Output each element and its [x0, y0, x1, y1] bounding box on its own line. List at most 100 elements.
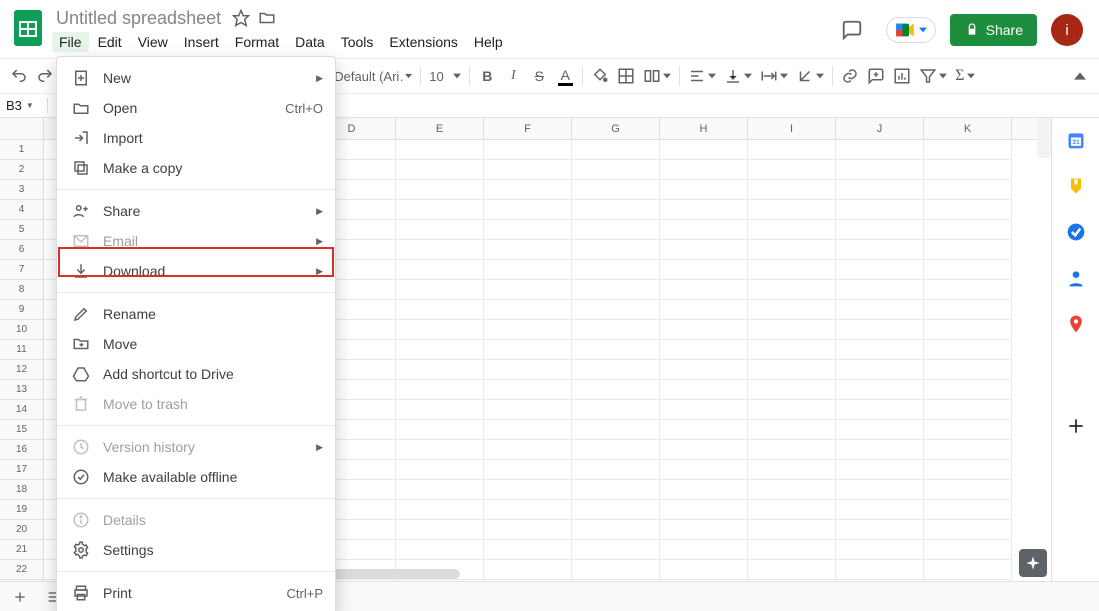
- cell[interactable]: [924, 580, 1012, 581]
- doc-title[interactable]: Untitled spreadsheet: [52, 6, 225, 31]
- cell[interactable]: [396, 280, 484, 300]
- cell[interactable]: [836, 300, 924, 320]
- cell[interactable]: [924, 200, 1012, 220]
- cell[interactable]: [748, 140, 836, 160]
- cell[interactable]: [484, 500, 572, 520]
- menu-item-rename[interactable]: Rename: [57, 299, 335, 329]
- cell[interactable]: [836, 480, 924, 500]
- row-header[interactable]: 9: [0, 300, 43, 320]
- text-color-icon[interactable]: A: [552, 63, 578, 89]
- cell[interactable]: [924, 260, 1012, 280]
- cell[interactable]: [748, 420, 836, 440]
- cell[interactable]: [924, 300, 1012, 320]
- menu-item-email[interactable]: Email ▶: [57, 226, 335, 256]
- cell[interactable]: [836, 500, 924, 520]
- cell[interactable]: [660, 260, 748, 280]
- cell[interactable]: [836, 380, 924, 400]
- cell[interactable]: [836, 140, 924, 160]
- cell[interactable]: [924, 400, 1012, 420]
- cell[interactable]: [396, 240, 484, 260]
- cell[interactable]: [484, 440, 572, 460]
- cell[interactable]: [924, 180, 1012, 200]
- cell[interactable]: [660, 480, 748, 500]
- column-header[interactable]: G: [572, 118, 660, 139]
- cell[interactable]: [396, 400, 484, 420]
- menu-view[interactable]: View: [131, 32, 175, 52]
- cell[interactable]: [660, 200, 748, 220]
- cell[interactable]: [660, 360, 748, 380]
- cell[interactable]: [836, 220, 924, 240]
- cell[interactable]: [484, 400, 572, 420]
- cell[interactable]: [924, 380, 1012, 400]
- calendar-icon[interactable]: 31: [1066, 130, 1086, 150]
- cell[interactable]: [572, 300, 660, 320]
- cell[interactable]: [484, 140, 572, 160]
- wrap-dropdown[interactable]: [756, 67, 792, 85]
- comments-icon[interactable]: [832, 10, 872, 50]
- cell[interactable]: [748, 520, 836, 540]
- row-header[interactable]: 20: [0, 520, 43, 540]
- row-header[interactable]: 14: [0, 400, 43, 420]
- cell[interactable]: [660, 180, 748, 200]
- cell[interactable]: [836, 320, 924, 340]
- row-header[interactable]: 15: [0, 420, 43, 440]
- cell[interactable]: [396, 460, 484, 480]
- cell[interactable]: [924, 360, 1012, 380]
- cell[interactable]: [572, 220, 660, 240]
- cell[interactable]: [748, 300, 836, 320]
- cell[interactable]: [748, 280, 836, 300]
- menu-item-settings[interactable]: Settings: [57, 535, 335, 565]
- cell[interactable]: [484, 520, 572, 540]
- cell[interactable]: [748, 360, 836, 380]
- cell[interactable]: [836, 460, 924, 480]
- cell[interactable]: [924, 420, 1012, 440]
- cell[interactable]: [924, 500, 1012, 520]
- cell[interactable]: [924, 220, 1012, 240]
- cell[interactable]: [396, 340, 484, 360]
- row-header[interactable]: 22: [0, 560, 43, 580]
- cell[interactable]: [836, 580, 924, 581]
- account-avatar[interactable]: i: [1051, 14, 1083, 46]
- cell[interactable]: [484, 580, 572, 581]
- star-icon[interactable]: [231, 8, 251, 28]
- cell[interactable]: [484, 380, 572, 400]
- cell[interactable]: [572, 520, 660, 540]
- merge-dropdown[interactable]: [639, 67, 675, 85]
- cell[interactable]: [484, 540, 572, 560]
- share-button[interactable]: Share: [950, 14, 1037, 46]
- cell[interactable]: [660, 500, 748, 520]
- cell[interactable]: [572, 340, 660, 360]
- cell[interactable]: [660, 400, 748, 420]
- menu-extensions[interactable]: Extensions: [382, 32, 464, 52]
- valign-dropdown[interactable]: [720, 67, 756, 85]
- cell[interactable]: [572, 400, 660, 420]
- cell[interactable]: [484, 460, 572, 480]
- cell[interactable]: [660, 580, 748, 581]
- cell[interactable]: [748, 540, 836, 560]
- bold-icon[interactable]: B: [474, 63, 500, 89]
- cell[interactable]: [396, 440, 484, 460]
- cell[interactable]: [924, 480, 1012, 500]
- cell[interactable]: [484, 320, 572, 340]
- cell[interactable]: [660, 340, 748, 360]
- cell[interactable]: [836, 540, 924, 560]
- cell[interactable]: [924, 340, 1012, 360]
- cell[interactable]: [924, 460, 1012, 480]
- cell[interactable]: [748, 160, 836, 180]
- cell[interactable]: [924, 320, 1012, 340]
- row-header[interactable]: 23: [0, 580, 43, 581]
- column-header[interactable]: F: [484, 118, 572, 139]
- cell[interactable]: [924, 520, 1012, 540]
- cell[interactable]: [660, 320, 748, 340]
- strikethrough-icon[interactable]: S: [526, 63, 552, 89]
- cell[interactable]: [484, 300, 572, 320]
- cell[interactable]: [572, 580, 660, 581]
- cell[interactable]: [484, 480, 572, 500]
- cell[interactable]: [484, 420, 572, 440]
- borders-icon[interactable]: [613, 63, 639, 89]
- cell[interactable]: [572, 540, 660, 560]
- cell[interactable]: [572, 440, 660, 460]
- cell[interactable]: [660, 300, 748, 320]
- cell[interactable]: [572, 460, 660, 480]
- menu-item-download[interactable]: Download ▶: [57, 256, 335, 286]
